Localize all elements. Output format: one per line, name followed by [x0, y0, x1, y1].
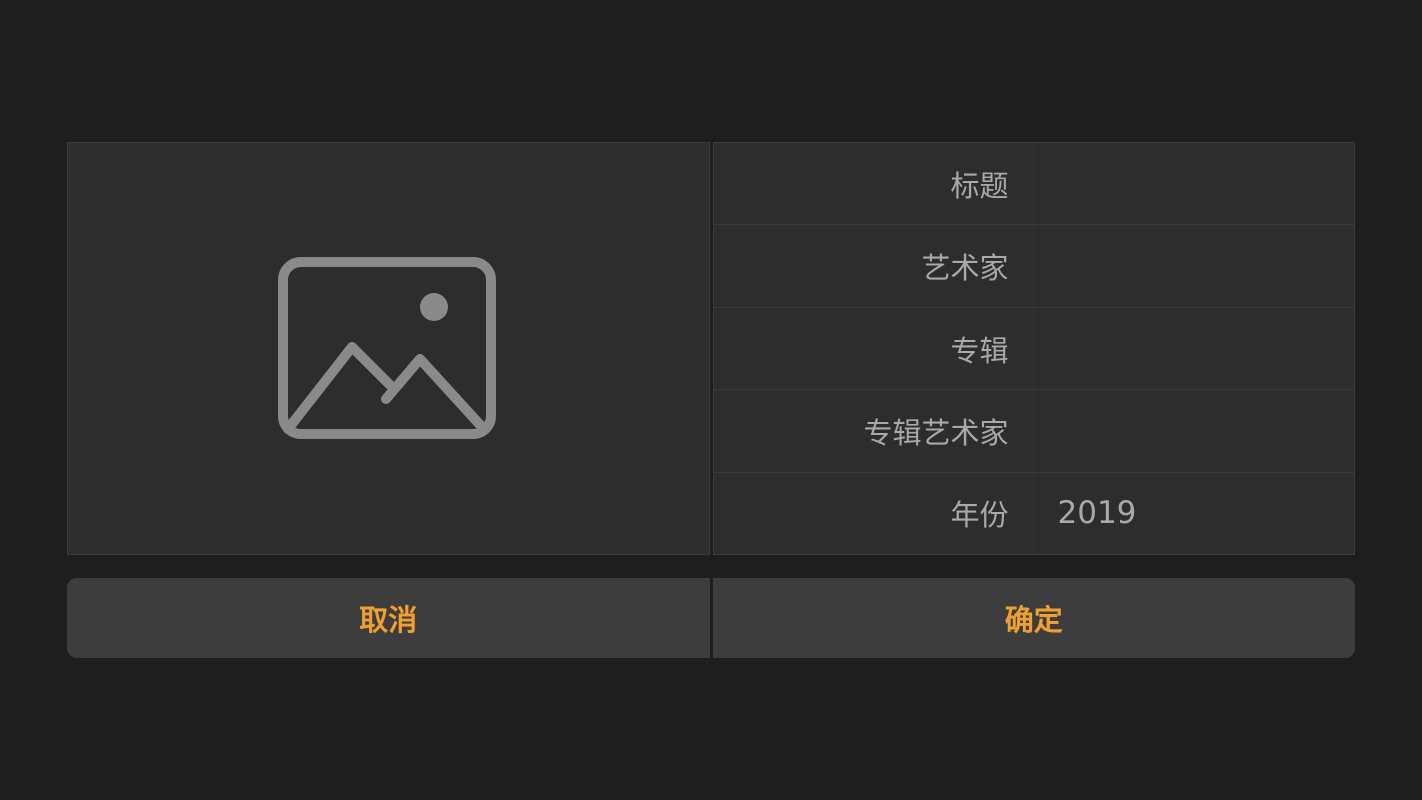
- field-label-artist: 艺术家: [714, 225, 1034, 307]
- artist-input[interactable]: [1034, 225, 1355, 306]
- field-row-artist: 艺术家: [713, 225, 1355, 308]
- year-input[interactable]: 2019: [1034, 473, 1355, 554]
- album-input[interactable]: [1034, 308, 1355, 389]
- edit-metadata-dialog: 标题 艺术家 专辑 专辑艺术家 年份 2019 取消 确定: [0, 0, 1422, 800]
- field-label-album: 专辑: [714, 307, 1034, 390]
- cancel-button[interactable]: 取消: [67, 578, 710, 658]
- field-label-year: 年份: [714, 472, 1034, 555]
- field-row-album-artist: 专辑艺术家: [713, 390, 1355, 473]
- album-artist-input[interactable]: [1034, 390, 1355, 471]
- dialog-buttons: 取消 确定: [67, 578, 1355, 658]
- artwork-area[interactable]: [67, 142, 710, 555]
- metadata-fields: 标题 艺术家 专辑 专辑艺术家 年份 2019: [712, 142, 1355, 555]
- field-row-title: 标题: [713, 143, 1355, 226]
- field-label-album-artist: 专辑艺术家: [714, 390, 1034, 472]
- metadata-panel: 标题 艺术家 专辑 专辑艺术家 年份 2019: [67, 142, 1355, 555]
- field-label-title: 标题: [714, 143, 1034, 225]
- confirm-button[interactable]: 确定: [712, 578, 1355, 658]
- field-row-year: 年份 2019: [714, 472, 1355, 555]
- image-placeholder-icon: [278, 256, 497, 439]
- field-row-album: 专辑: [713, 307, 1355, 391]
- title-input[interactable]: [1034, 143, 1355, 224]
